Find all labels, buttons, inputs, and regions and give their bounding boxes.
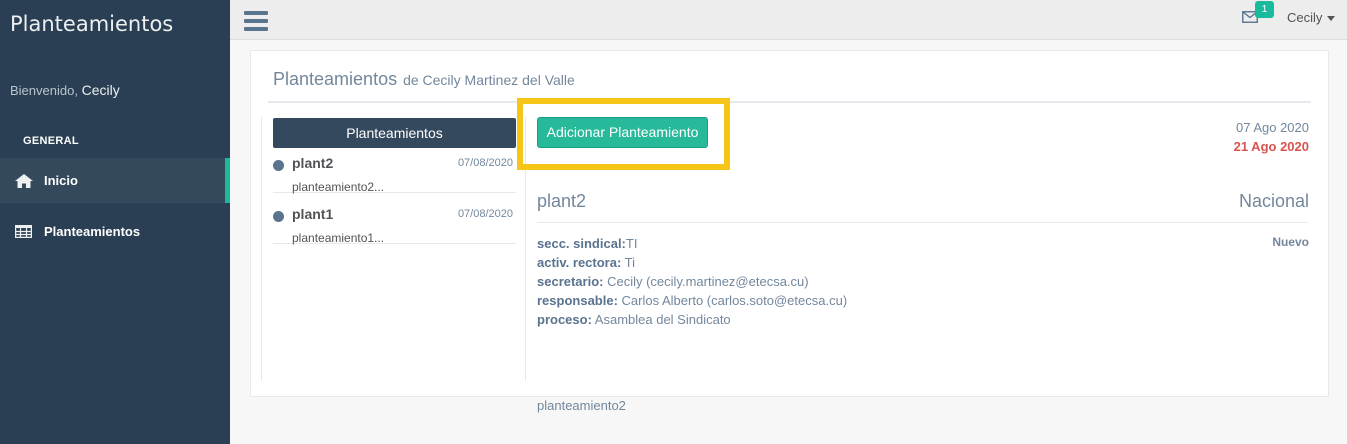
main-panel: Planteamientos de Cecily Martinez del Val… xyxy=(250,50,1329,413)
field-value: Carlos Alberto (carlos.soto@etecsa.cu) xyxy=(617,293,848,308)
list-item-date: 07/08/2020 xyxy=(457,157,513,169)
menu-section-title: GENERAL xyxy=(23,135,79,147)
welcome-text: Bienvenido, Cecily xyxy=(10,82,120,98)
detail-name: plant2 xyxy=(537,191,587,211)
page-subtitle: de Cecily Martinez del Valle xyxy=(403,72,575,88)
field-row: activ. rectora: Ti xyxy=(537,253,847,272)
field-row: responsable: Carlos Alberto (carlos.soto… xyxy=(537,291,847,310)
add-planteamiento-button[interactable]: Adicionar Planteamiento xyxy=(537,117,708,148)
top-navbar: 1 Cecily xyxy=(230,0,1347,40)
sidebar-item-label: Inicio xyxy=(44,173,78,188)
sidebar-item-planteamientos[interactable]: Planteamientos xyxy=(0,209,230,254)
planteamiento-detail: Adicionar Planteamiento 07 Ago 2020 21 A… xyxy=(517,98,1311,413)
divider xyxy=(268,101,1311,103)
welcome-label: Bienvenido, xyxy=(10,83,78,98)
start-date: 07 Ago 2020 xyxy=(1235,120,1309,135)
status-badge: Nuevo xyxy=(1272,235,1309,249)
detail-description: planteamiento2 xyxy=(537,398,626,413)
page-title: Planteamientos de Cecily Martinez del Val… xyxy=(273,69,575,90)
field-row: secretario: Cecily (cecily.martinez@etec… xyxy=(537,272,847,291)
mail-badge: 1 xyxy=(1255,1,1274,18)
list-header: Planteamientos xyxy=(273,118,516,148)
table-icon xyxy=(15,225,37,238)
field-row: secc. sindical:TI xyxy=(537,234,847,253)
field-row: proceso: Asamblea del Sindicato xyxy=(537,310,847,329)
field-label: proceso: xyxy=(537,312,592,327)
field-label: activ. rectora: xyxy=(537,255,622,270)
field-value: Ti xyxy=(621,255,636,270)
sidebar-item-inicio[interactable]: Inicio xyxy=(0,158,230,203)
list-item-name[interactable]: plant2 xyxy=(292,155,333,171)
app-title[interactable]: Planteamientos xyxy=(10,12,173,36)
caret-down-icon xyxy=(1327,16,1336,22)
user-menu[interactable]: Cecily xyxy=(1287,10,1336,25)
list-item-name[interactable]: plant1 xyxy=(292,206,333,222)
sidebar-item-label: Planteamientos xyxy=(44,224,141,239)
menu-toggle-icon[interactable] xyxy=(244,11,268,31)
due-date: 21 Ago 2020 xyxy=(1233,139,1309,154)
field-label: secretario: xyxy=(537,274,604,289)
planteamientos-list: Planteamientos plant2 07/08/2020 plantea… xyxy=(261,117,526,381)
page-title-text: Planteamientos xyxy=(273,69,398,89)
user-name: Cecily xyxy=(1287,10,1323,25)
sidebar: Planteamientos Bienvenido, Cecily GENERA… xyxy=(0,0,230,444)
bullet-icon xyxy=(273,160,284,171)
field-label: responsable: xyxy=(537,293,618,308)
field-value: Asamblea del Sindicato xyxy=(591,312,731,327)
divider xyxy=(537,222,1308,223)
welcome-user: Cecily xyxy=(81,82,120,98)
list-item-desc: planteamiento2... xyxy=(292,180,385,194)
list-item-date: 07/08/2020 xyxy=(457,208,513,220)
home-icon xyxy=(15,173,37,188)
field-label: secc. sindical: xyxy=(537,236,626,251)
list-item[interactable]: plant2 07/08/2020 planteamiento2... xyxy=(273,147,516,194)
field-value: Cecily (cecily.martinez@etecsa.cu) xyxy=(603,274,809,289)
detail-scope: Nacional xyxy=(1238,191,1309,211)
bullet-icon xyxy=(273,211,284,222)
list-item-desc: planteamiento1... xyxy=(292,231,385,245)
field-value: TI xyxy=(625,236,638,251)
detail-fields: secc. sindical:TI activ. rectora: Ti sec… xyxy=(537,234,847,329)
list-item[interactable]: plant1 07/08/2020 planteamiento1... xyxy=(273,198,516,245)
